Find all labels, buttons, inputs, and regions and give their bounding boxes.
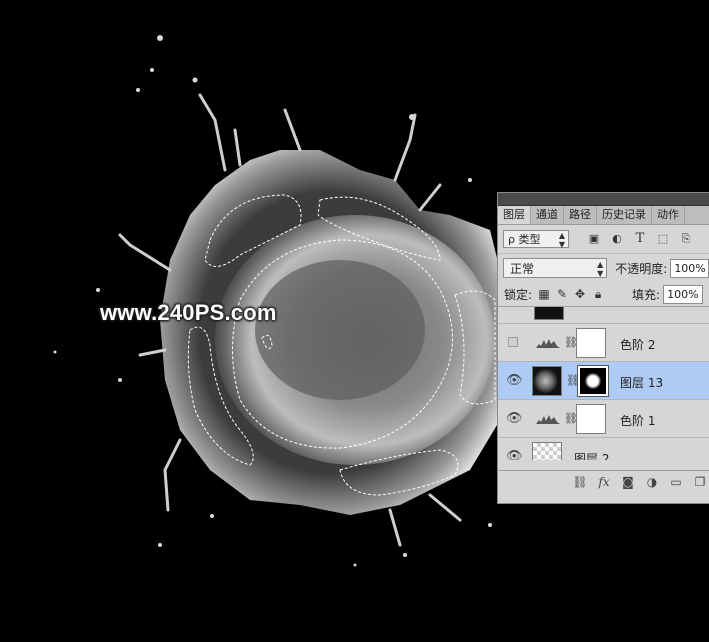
tab-channels[interactable]: 通道 [531,206,564,224]
lock-transparent-pixels-icon[interactable]: ▦ [538,287,550,301]
lock-all-icon[interactable]: 🔒︎ [592,287,604,302]
smart-object-filter-icon[interactable]: ⎘ [679,232,693,246]
layer-mask-thumbnail[interactable] [576,404,606,434]
layer-thumbnail [534,307,564,320]
fill-input[interactable]: 100% [663,284,704,304]
layers-list: ⛓ 色阶 2 👁︎ ⛓ 图层 13 👁︎ ⛓ 色阶 1 👁︎ 图层 2 [498,307,709,460]
filter-kind-select[interactable]: ρ 类型 ▲ ▼ [503,230,569,249]
new-layer-icon[interactable]: ❐ [692,475,708,489]
fill-label: 填充: [632,287,661,302]
visibility-toggle-off[interactable] [508,337,518,347]
blend-row: 正常 ▲ ▼ 不透明度: 100% [498,254,709,282]
eye-icon[interactable]: 👁︎ [506,411,523,427]
splash-center [255,260,425,400]
layer-name[interactable]: 色阶 1 [620,412,655,429]
blend-mode-value: 正常 [510,262,535,276]
image-filter-icon[interactable]: ▣ [587,232,601,246]
panel-bottom-toolbar: ⛓ fx ◙ ◑ ▭ ❐ [498,470,709,493]
eye-icon[interactable]: 👁︎ [506,373,523,389]
layer-row-partial[interactable] [498,307,709,324]
blend-mode-select[interactable]: 正常 ▲ ▼ [503,258,608,278]
layer-thumbnail[interactable] [532,366,562,396]
updown-arrows-icon: ▲ ▼ [558,231,565,249]
panel-tabs: 图层 通道 路径 历史记录 动作 [498,206,709,225]
transparent-layer-thumbnail[interactable] [532,442,562,460]
layer-mask-thumbnail[interactable] [576,328,606,358]
link-layers-icon[interactable]: ⛓ [572,475,588,489]
tab-history[interactable]: 历史记录 [597,206,652,224]
layer-name[interactable]: 图层 13 [620,374,663,391]
add-mask-icon[interactable]: ◙ [620,475,636,489]
opacity-label: 不透明度: [615,261,668,276]
updown-arrows-icon: ▲ ▼ [597,260,604,278]
search-icon: ρ [508,233,515,246]
new-group-icon[interactable]: ▭ [668,475,684,489]
new-fill-adjustment-icon[interactable]: ◑ [644,475,660,489]
filter-row: ρ 类型 ▲ ▼ ▣ ◐ T ⬚ ⎘ [498,225,709,254]
watermark-text: www.240PS.com [100,300,277,325]
layer-row-layer-13[interactable]: 👁︎ ⛓ 图层 13 [498,362,709,400]
lock-position-icon[interactable]: ✥ [574,287,586,301]
shape-filter-icon[interactable]: ⬚ [656,232,670,246]
tab-actions[interactable]: 动作 [652,206,685,224]
levels-adjustment-icon [536,415,560,424]
levels-adjustment-icon [536,339,560,348]
opacity-input[interactable]: 100% [670,258,709,278]
filter-kind-value: 类型 [518,233,541,246]
type-filter-icon[interactable]: T [633,232,647,246]
panel-resize-grip[interactable] [498,493,709,503]
layer-name[interactable]: 色阶 2 [620,336,655,353]
layer-row-levels-1[interactable]: 👁︎ ⛓ 色阶 1 [498,400,709,438]
layer-mask-thumbnail[interactable] [577,365,609,397]
layer-row-layer-2[interactable]: 👁︎ 图层 2 [498,438,709,460]
lock-image-pixels-icon[interactable]: ✎ [556,287,568,301]
tab-paths[interactable]: 路径 [564,206,597,224]
lock-row: 锁定: ▦ ✎ ✥ 🔒︎ 填充: 100% [498,282,709,307]
eye-icon[interactable]: 👁︎ [506,449,523,460]
panel-title-bar[interactable] [498,193,709,206]
layer-name[interactable]: 图层 2 [574,450,609,460]
adjustment-filter-icon[interactable]: ◐ [610,232,624,246]
layers-panel: 图层 通道 路径 历史记录 动作 ρ 类型 ▲ ▼ ▣ ◐ T ⬚ ⎘ 正常 ▲ ▼… [497,192,709,504]
tab-layers[interactable]: 图层 [498,206,531,224]
layer-row-levels-2[interactable]: ⛓ 色阶 2 [498,324,709,362]
lock-label: 锁定: [504,287,533,302]
fx-icon[interactable]: fx [596,475,612,489]
